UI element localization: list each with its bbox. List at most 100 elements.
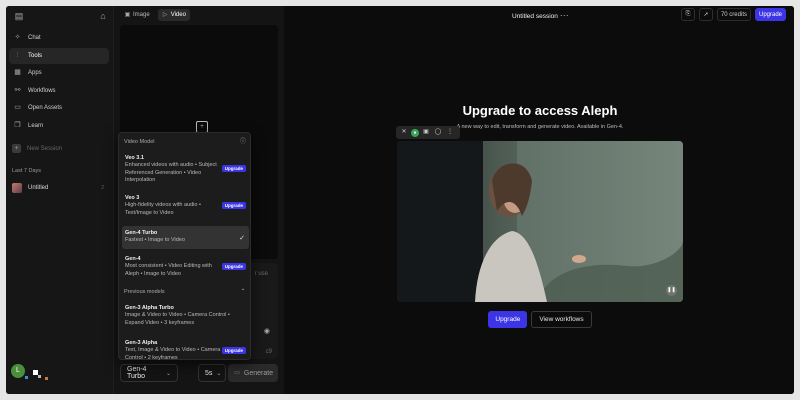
chevron-up-icon: ⌃ [240,289,246,295]
duration-select[interactable]: 5s ⌄ [198,364,226,382]
model-desc: Text, Image & Video to Video • Camera Co… [125,347,221,361]
folder-icon: ▭ [14,104,21,111]
home-icon[interactable]: ⌂ [98,11,108,21]
top-bar-actions: ⎘ ➚ 70 credits Upgrade [680,8,786,21]
model-name: Veo 3 [125,195,140,201]
share-button[interactable]: ➚ [698,8,713,21]
model-option-gen-4[interactable]: Gen-4 Most consistent • Video Editing wi… [122,252,249,281]
workflow-icon: ⚯ [14,86,21,94]
more-icon[interactable]: ··· [560,10,569,20]
video-icon: ▷ [162,12,168,18]
sidebar-item-label: Learn [28,122,44,129]
model-name: Gen-3 Alpha [125,340,158,346]
tab-image[interactable]: ▣ Image [120,9,154,21]
close-icon[interactable]: ✕ [399,128,409,137]
model-select-value: Gen-4 Turbo [127,366,147,380]
chevron-down-icon: ⌄ [165,370,171,377]
video-frame [397,141,683,302]
status-icon[interactable]: ● [411,128,419,137]
eye-icon[interactable]: ◉ [264,327,270,335]
dropdown-header: Video Model ⓘ [124,139,247,145]
sidebar-item-open-assets[interactable]: ▭ Open Assets [9,100,109,116]
upgrade-badge[interactable]: Upgrade [221,347,246,354]
sidebar-item-workflows[interactable]: ⚯ Workflows [9,83,109,99]
hero-subtitle: A new way to edit, transform and generat… [456,124,624,130]
session-title-text: Untitled session [512,13,558,20]
generate-button[interactable]: ▭ Generate [228,364,278,382]
logo-block [38,375,41,378]
generate-label: Generate [243,369,274,377]
session-item[interactable]: Untitled 2 [10,181,108,195]
model-select[interactable]: Gen-4 Turbo ⌄ [120,364,178,382]
previous-models-toggle[interactable]: Previous models ⌃ [124,289,247,295]
sidebar-item-label: Open Assets [28,105,63,111]
more-vertical-icon[interactable]: ⋮ [445,128,455,137]
model-name: Gen-4 [125,256,141,262]
tab-label: Video [170,12,186,18]
model-desc: Fastest • Image to Video [125,237,185,243]
cta-upgrade-button[interactable]: Upgrade [488,311,528,328]
video-model-dropdown: Video Model ⓘ Veo 3.1 Enhanced videos wi… [118,132,251,361]
model-option-gen-4-turbo[interactable]: Gen-4 Turbo Fastest • Image to Video ✓ [122,226,249,249]
chevron-down-icon: ⌄ [216,370,222,377]
upgrade-button[interactable]: Upgrade [754,8,786,21]
sidebar-toggle-icon[interactable]: ▤ [14,11,24,21]
lightbulb-icon[interactable]: ◯ [433,128,443,137]
model-name: Gen-4 Turbo [125,230,158,236]
session-count: 2 [101,185,104,191]
prompt-ghost-text: c9 [265,349,272,355]
view-workflows-button[interactable]: View workflows [531,311,592,328]
credits-badge[interactable]: 70 credits [716,8,751,21]
check-icon: ✓ [239,235,245,242]
image-icon: ▣ [124,12,131,18]
grid-icon: ▦ [14,69,21,76]
app-window: ▤ ⌂ ✧ Chat ⫶ Tools ▦ Apps ⚯ Workflows ▭ … [6,6,794,394]
rocket-icon: ➚ [703,12,709,18]
sidebar-item-learn[interactable]: ❐ Learn [9,118,109,134]
tab-video[interactable]: ▷ Video [157,9,190,21]
video-icon: ▭ [234,370,240,376]
video-toolbar: ✕ ● ▣ ◯ ⋮ [396,126,460,139]
duration-select-value: 5s [205,369,213,377]
user-area[interactable]: L [11,364,61,382]
hero-title: Upgrade to access Aleph [462,103,618,118]
avatar[interactable]: L [11,364,25,378]
model-option-veo-3[interactable]: Veo 3 High-fidelity videos with audio • … [122,191,249,220]
library-icon: ⎘ [685,11,691,17]
cta-row: Upgrade View workflows [286,311,794,328]
info-icon[interactable]: ⓘ [239,137,247,147]
sidebar-item-tools[interactable]: ⫶ Tools [9,47,109,64]
sidebar-item-label: Tools [28,52,43,59]
upgrade-badge[interactable]: Upgrade [221,202,246,209]
model-option-gen-3-alpha-turbo[interactable]: Gen-3 Alpha Turbo Image & Video to Video… [122,301,249,330]
top-bar: Untitled session ··· ⎘ ➚ 70 credits Upgr… [286,6,794,24]
session-thumbnail [12,183,22,193]
prompt-ghost-text: r use [254,271,268,277]
main-area: Untitled session ··· ⎘ ➚ 70 credits Upgr… [286,6,794,394]
sidebar-top: ▤ ⌂ [14,11,108,25]
model-desc: High-fidelity videos with audio • Text/I… [125,202,201,216]
new-session-button[interactable]: + New Session [12,144,62,153]
plus-icon: + [12,144,21,153]
frame-icon[interactable]: ▣ [421,128,431,137]
previous-models-label: Previous models [124,289,165,295]
model-option-gen-3-alpha[interactable]: Gen-3 Alpha Text, Image & Video to Video… [122,336,249,365]
tab-label: Image [133,12,150,18]
dropdown-title: Video Model [124,139,155,145]
upgrade-badge[interactable]: Upgrade [221,263,246,270]
sidebar-item-label: Chat [28,35,41,41]
library-button[interactable]: ⎘ [680,8,695,21]
model-option-veo-3-1[interactable]: Veo 3.1 Enhanced videos with audio • Sub… [122,151,249,188]
mode-tabs: ▣ Image ▷ Video [120,9,190,21]
upgrade-badge[interactable]: Upgrade [221,165,246,172]
preview-video[interactable]: ❚❚ [397,141,683,302]
sliders-icon: ⫶ [16,51,19,59]
sidebar-item-apps[interactable]: ▦ Apps [9,65,109,81]
status-dot [25,376,28,379]
sidebar-nav: ✧ Chat ⫶ Tools ▦ Apps ⚯ Workflows ▭ Open… [9,30,109,135]
session-title[interactable]: Untitled session ··· [512,10,569,20]
sparkle-icon: ✧ [14,34,21,41]
model-name: Veo 3.1 [125,155,144,161]
sidebar-item-chat[interactable]: ✧ Chat [9,30,109,46]
pause-icon[interactable]: ❚❚ [666,285,677,296]
